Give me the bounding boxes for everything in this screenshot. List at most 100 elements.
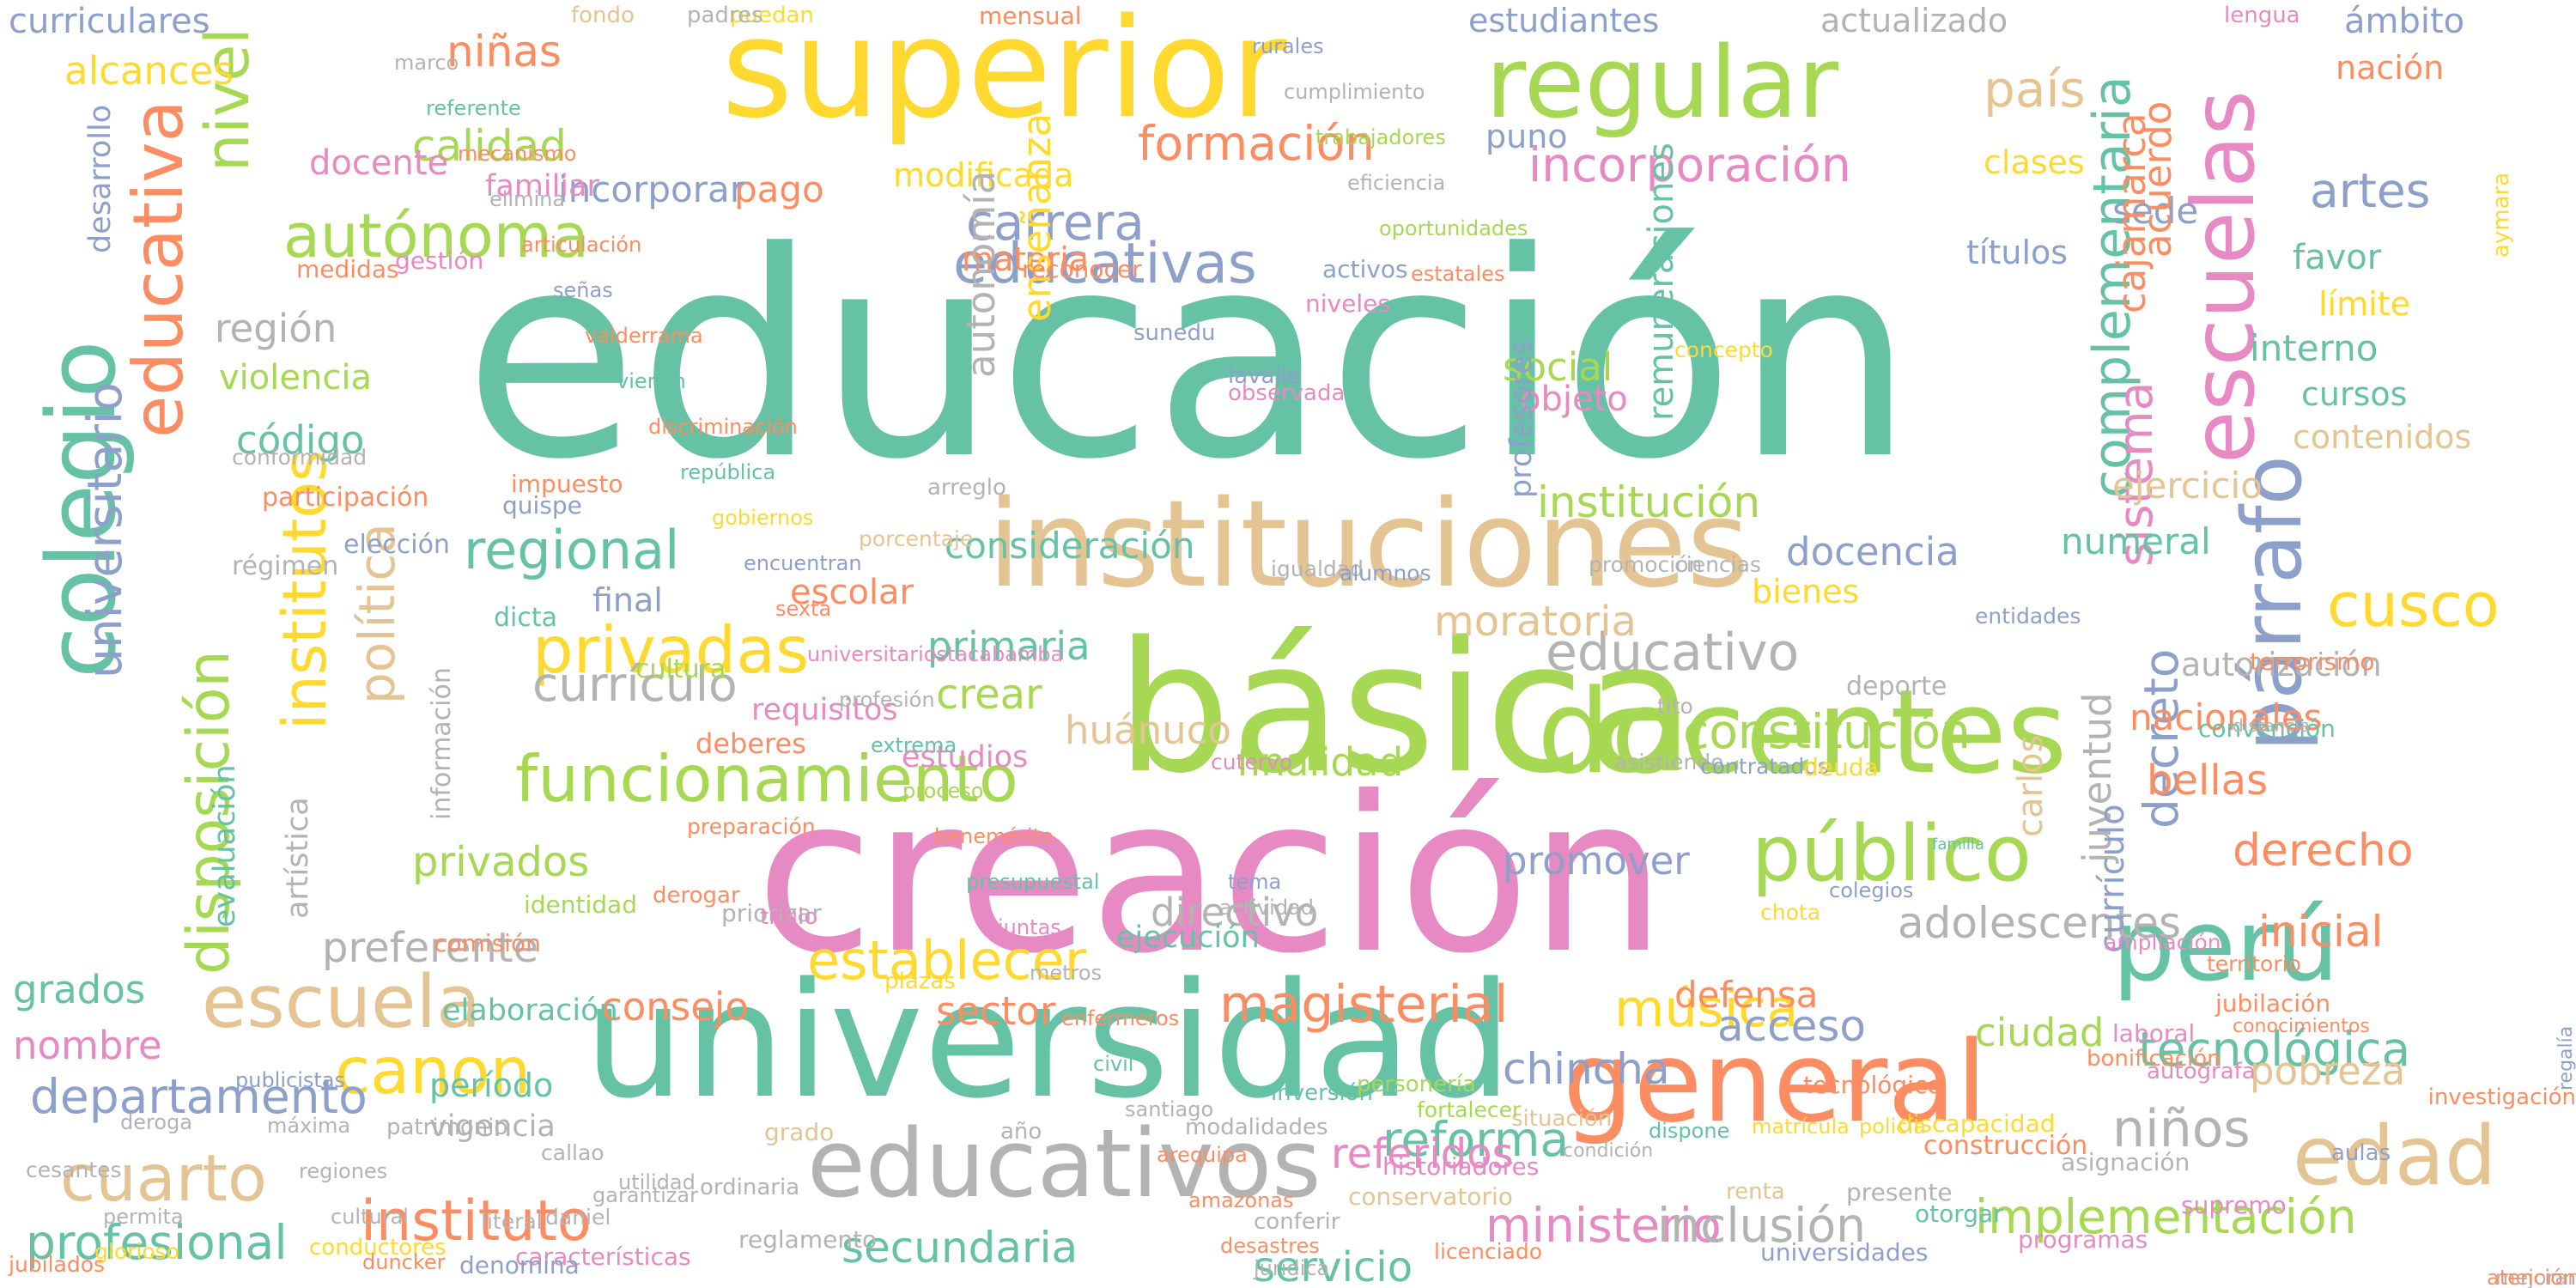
cloud-word: puno bbox=[1485, 118, 1568, 155]
cloud-word: extrema bbox=[871, 733, 957, 757]
cloud-word: encuentran bbox=[744, 551, 862, 575]
cloud-word: régimen bbox=[232, 551, 339, 581]
cloud-word: colegios bbox=[1829, 878, 1914, 902]
cloud-word: cultural bbox=[331, 1205, 409, 1229]
cloud-word: laboral bbox=[2112, 1019, 2196, 1048]
cloud-word: arreglo bbox=[927, 475, 1006, 501]
cloud-word: regiones bbox=[299, 1159, 388, 1183]
cloud-word: valderrama bbox=[585, 324, 703, 348]
cloud-word: constitución bbox=[1683, 704, 1971, 759]
cloud-word: enseñanza bbox=[1014, 112, 1060, 322]
cloud-word: porcentaje bbox=[859, 526, 974, 551]
cloud-word: crear bbox=[936, 671, 1042, 719]
cloud-word: sector bbox=[936, 988, 1056, 1034]
cloud-word: desarrollo bbox=[83, 104, 118, 253]
cloud-word: ejecución bbox=[1116, 920, 1260, 955]
cloud-word: historiadores bbox=[1382, 1152, 1540, 1181]
cloud-word: cultura bbox=[635, 654, 726, 684]
cloud-word: familia bbox=[1932, 835, 1984, 854]
cloud-word: aymara bbox=[2488, 172, 2514, 258]
cloud-word: comisión bbox=[434, 929, 541, 957]
cloud-word: remuneraciones bbox=[1642, 143, 1681, 421]
cloud-word: niveles bbox=[1305, 289, 1390, 318]
cloud-word: cutervo bbox=[1211, 750, 1293, 775]
cloud-word: plazas bbox=[884, 969, 956, 994]
cloud-word: alcances bbox=[64, 48, 234, 94]
cloud-word: profesión bbox=[839, 688, 935, 712]
cloud-word: renta bbox=[1726, 1179, 1785, 1205]
cloud-word: mecanismo bbox=[458, 142, 577, 166]
cloud-word: período bbox=[429, 1066, 554, 1104]
cloud-word: tito bbox=[1657, 694, 1693, 719]
cloud-word: escuelas bbox=[2173, 90, 2274, 464]
cloud-word: profesores bbox=[1504, 339, 1539, 498]
cloud-word: carlos bbox=[2011, 734, 2050, 837]
cloud-word: conservatorio bbox=[1348, 1182, 1513, 1211]
cloud-word: regalía bbox=[2555, 1025, 2576, 1091]
cloud-word: alumnos bbox=[1340, 561, 1431, 586]
cloud-word: información bbox=[427, 667, 457, 820]
cloud-word: matrícula bbox=[1752, 1115, 1850, 1139]
cloud-word: concepto bbox=[1674, 337, 1773, 362]
cloud-word: universitario bbox=[77, 382, 132, 678]
cloud-word: deberes bbox=[696, 727, 806, 760]
cloud-word: situación bbox=[1511, 1106, 1613, 1132]
cloud-word: ordinaria bbox=[700, 1175, 800, 1200]
cloud-word: moratoria bbox=[1434, 598, 1637, 646]
cloud-word: artística bbox=[281, 797, 315, 919]
cloud-word: callao bbox=[541, 1140, 605, 1165]
cloud-word: utilidad bbox=[618, 1170, 696, 1194]
cloud-word: deuda bbox=[1803, 753, 1879, 781]
cloud-word: consideración bbox=[945, 525, 1195, 567]
cloud-word: metros bbox=[1030, 961, 1103, 985]
cloud-word: dispone bbox=[1649, 1119, 1730, 1143]
cloud-word: glorioso bbox=[94, 1239, 179, 1264]
cloud-word: niñas bbox=[447, 27, 562, 76]
cloud-word: activos bbox=[1322, 255, 1408, 283]
cloud-word: cumplimiento bbox=[1284, 80, 1425, 104]
cloud-word: edad bbox=[2293, 1109, 2497, 1204]
cloud-word: benemérito bbox=[934, 824, 1054, 848]
cloud-word: evaluación bbox=[208, 764, 242, 927]
cloud-word: investigación bbox=[2427, 1084, 2576, 1110]
cloud-word: nación bbox=[2336, 49, 2445, 87]
cloud-word: estudiantes bbox=[1468, 2, 1660, 39]
cloud-word: curriculares bbox=[9, 2, 210, 41]
cloud-word: cursos bbox=[2301, 375, 2408, 413]
cloud-word: arequipa bbox=[1157, 1143, 1248, 1167]
cloud-word: juntas bbox=[998, 915, 1061, 939]
cloud-word: gestión bbox=[395, 246, 484, 275]
cloud-word: cusco bbox=[2327, 570, 2500, 641]
cloud-word: región bbox=[215, 306, 337, 351]
cloud-word: tecnológico bbox=[1803, 1071, 1942, 1099]
cloud-word: numeral bbox=[2061, 520, 2211, 562]
cloud-word: promover bbox=[1503, 838, 1690, 884]
cloud-word: institución bbox=[1537, 477, 1761, 527]
cloud-word: padres bbox=[687, 3, 763, 28]
cloud-word: ciudad bbox=[1975, 1010, 2105, 1055]
cloud-word: participación bbox=[262, 483, 429, 513]
cloud-word: incorporación bbox=[1528, 137, 1851, 192]
cloud-word: chincha bbox=[1503, 1044, 1670, 1094]
cloud-word: conocimientos bbox=[2233, 1016, 2370, 1037]
cloud-word: observada bbox=[1228, 380, 1346, 406]
cloud-word: actividad bbox=[1219, 896, 1315, 920]
cloud-word: jurídica bbox=[1254, 1256, 1330, 1280]
cloud-word: educativa bbox=[118, 100, 198, 438]
cloud-word: supremo bbox=[2181, 1191, 2287, 1219]
cloud-word: escuela bbox=[202, 960, 482, 1045]
cloud-word: universitariostacabamba bbox=[807, 642, 1064, 666]
cloud-word: derecho bbox=[2233, 825, 2414, 877]
cloud-word: oportunidades bbox=[1379, 216, 1528, 240]
cloud-word: docente bbox=[309, 143, 449, 183]
cloud-word: publicistas bbox=[235, 1068, 346, 1092]
cloud-word: vienen bbox=[617, 369, 686, 393]
cloud-word: conferir bbox=[1254, 1209, 1340, 1235]
cloud-word: jubilación bbox=[2215, 989, 2331, 1018]
cloud-word: regional bbox=[464, 519, 680, 581]
cloud-word: santiago bbox=[1125, 1097, 1214, 1121]
cloud-word: contenidos bbox=[2293, 418, 2472, 456]
cloud-word: deroga bbox=[120, 1110, 192, 1134]
cloud-word: favor bbox=[2293, 238, 2382, 277]
cloud-word: final bbox=[592, 581, 663, 619]
